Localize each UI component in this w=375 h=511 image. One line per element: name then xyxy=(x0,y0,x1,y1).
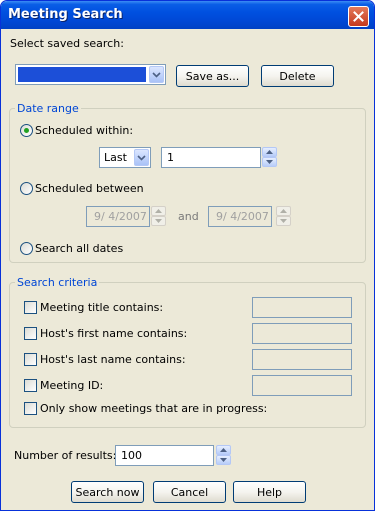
chevron-up-icon xyxy=(280,209,287,213)
host-first-name-input[interactable] xyxy=(252,323,352,344)
title-bar[interactable]: Meeting Search xyxy=(1,1,374,29)
meeting-title-checkbox[interactable] xyxy=(24,301,37,314)
chevron-down-icon xyxy=(266,160,273,164)
within-unit-dropdown-button[interactable] xyxy=(134,149,149,166)
between-to-text: 9/ 4/2007 xyxy=(216,210,269,223)
spin-up-button[interactable] xyxy=(151,206,166,216)
number-of-results-label: Number of results: xyxy=(14,449,117,462)
search-all-dates-radio[interactable] xyxy=(20,242,33,255)
chevron-up-icon xyxy=(155,209,162,213)
between-from-date[interactable]: 9/ 4/2007 xyxy=(86,206,150,227)
saved-search-dropdown[interactable] xyxy=(15,64,166,85)
meeting-title-input[interactable] xyxy=(252,297,352,318)
search-now-button[interactable]: Search now xyxy=(71,481,144,503)
chevron-up-icon xyxy=(220,448,227,452)
scheduled-within-radio[interactable] xyxy=(20,124,33,137)
scheduled-between-radio[interactable] xyxy=(20,182,33,195)
saved-search-selection xyxy=(18,67,146,82)
dialog-body: Select saved search: Save as... Delete D… xyxy=(4,29,371,508)
date-range-legend: Date range xyxy=(17,102,79,115)
number-of-results-input[interactable]: 100 xyxy=(115,445,214,466)
meeting-id-input[interactable] xyxy=(252,375,352,396)
chevron-down-icon xyxy=(220,458,227,462)
radio-selected-dot xyxy=(24,128,29,133)
within-value-input[interactable]: 1 xyxy=(161,147,261,168)
in-progress-label: Only show meetings that are in progress: xyxy=(40,402,268,415)
between-to-spinner[interactable] xyxy=(276,206,291,226)
number-of-results-spinner[interactable] xyxy=(216,445,231,465)
search-all-dates-label: Search all dates xyxy=(35,242,124,255)
save-as-button[interactable]: Save as... xyxy=(176,65,249,87)
meeting-title-label: Meeting title contains: xyxy=(40,301,164,314)
search-criteria-legend: Search criteria xyxy=(17,276,98,289)
within-value-text: 1 xyxy=(167,151,174,164)
host-last-name-input[interactable] xyxy=(252,349,352,370)
spin-up-button[interactable] xyxy=(262,147,277,157)
cancel-button[interactable]: Cancel xyxy=(153,481,226,503)
chevron-down-icon xyxy=(280,219,287,223)
saved-search-dropdown-button[interactable] xyxy=(149,66,164,83)
spin-down-button[interactable] xyxy=(216,455,231,465)
between-from-text: 9/ 4/2007 xyxy=(94,210,147,223)
window-title: Meeting Search xyxy=(8,7,123,22)
help-button[interactable]: Help xyxy=(233,481,306,503)
meeting-id-checkbox[interactable] xyxy=(24,379,37,392)
host-first-name-checkbox[interactable] xyxy=(24,327,37,340)
chevron-up-icon xyxy=(266,150,273,154)
in-progress-checkbox[interactable] xyxy=(24,402,37,415)
chevron-down-icon xyxy=(155,219,162,223)
number-of-results-value: 100 xyxy=(121,449,142,462)
between-to-date[interactable]: 9/ 4/2007 xyxy=(208,206,272,227)
scheduled-within-label: Scheduled within: xyxy=(35,124,134,137)
host-first-name-label: Host's first name contains: xyxy=(40,327,188,340)
scheduled-between-label: Scheduled between xyxy=(35,182,144,195)
host-last-name-label: Host's last name contains: xyxy=(40,353,186,366)
meeting-id-label: Meeting ID: xyxy=(40,379,104,392)
and-label: and xyxy=(178,210,199,223)
saved-search-label: Select saved search: xyxy=(10,37,124,50)
spin-down-button[interactable] xyxy=(262,157,277,167)
chevron-down-icon xyxy=(152,71,161,78)
between-from-spinner[interactable] xyxy=(151,206,166,226)
within-unit-dropdown[interactable]: Last xyxy=(99,147,151,168)
spin-down-button[interactable] xyxy=(276,216,291,226)
meeting-search-dialog: Meeting Search Select saved search: Save… xyxy=(0,0,375,511)
chevron-down-icon xyxy=(137,154,146,161)
spin-up-button[interactable] xyxy=(216,445,231,455)
close-icon xyxy=(353,11,364,22)
close-button[interactable] xyxy=(348,6,369,27)
within-value-spinner[interactable] xyxy=(262,147,277,167)
spin-up-button[interactable] xyxy=(276,206,291,216)
within-unit-value: Last xyxy=(104,151,127,164)
host-last-name-checkbox[interactable] xyxy=(24,353,37,366)
spin-down-button[interactable] xyxy=(151,216,166,226)
delete-button[interactable]: Delete xyxy=(261,65,334,87)
